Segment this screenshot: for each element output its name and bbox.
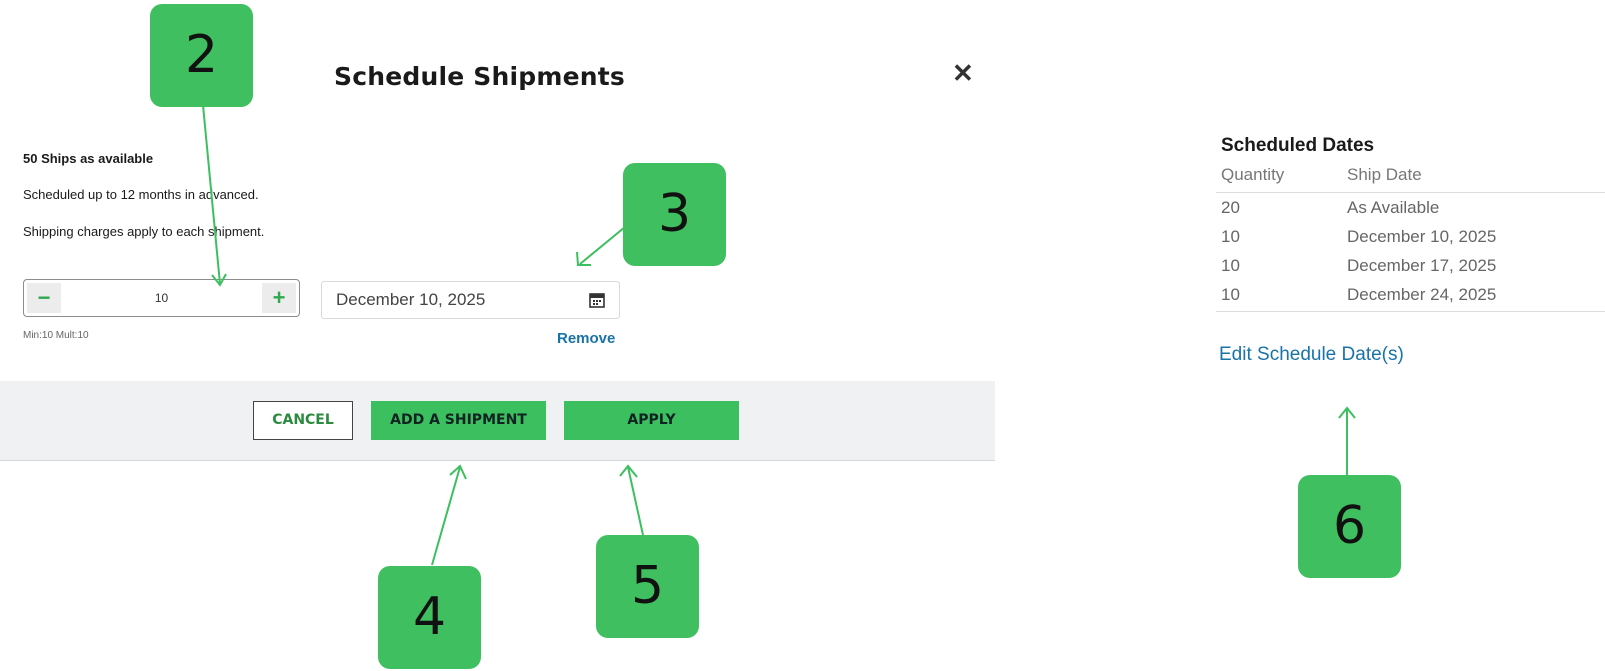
callout-5: 5: [596, 535, 699, 638]
callout-4: 4: [378, 566, 481, 669]
callout-2: 2: [150, 4, 253, 107]
callout-6: 6: [1298, 475, 1401, 578]
callout-3: 3: [623, 163, 726, 266]
